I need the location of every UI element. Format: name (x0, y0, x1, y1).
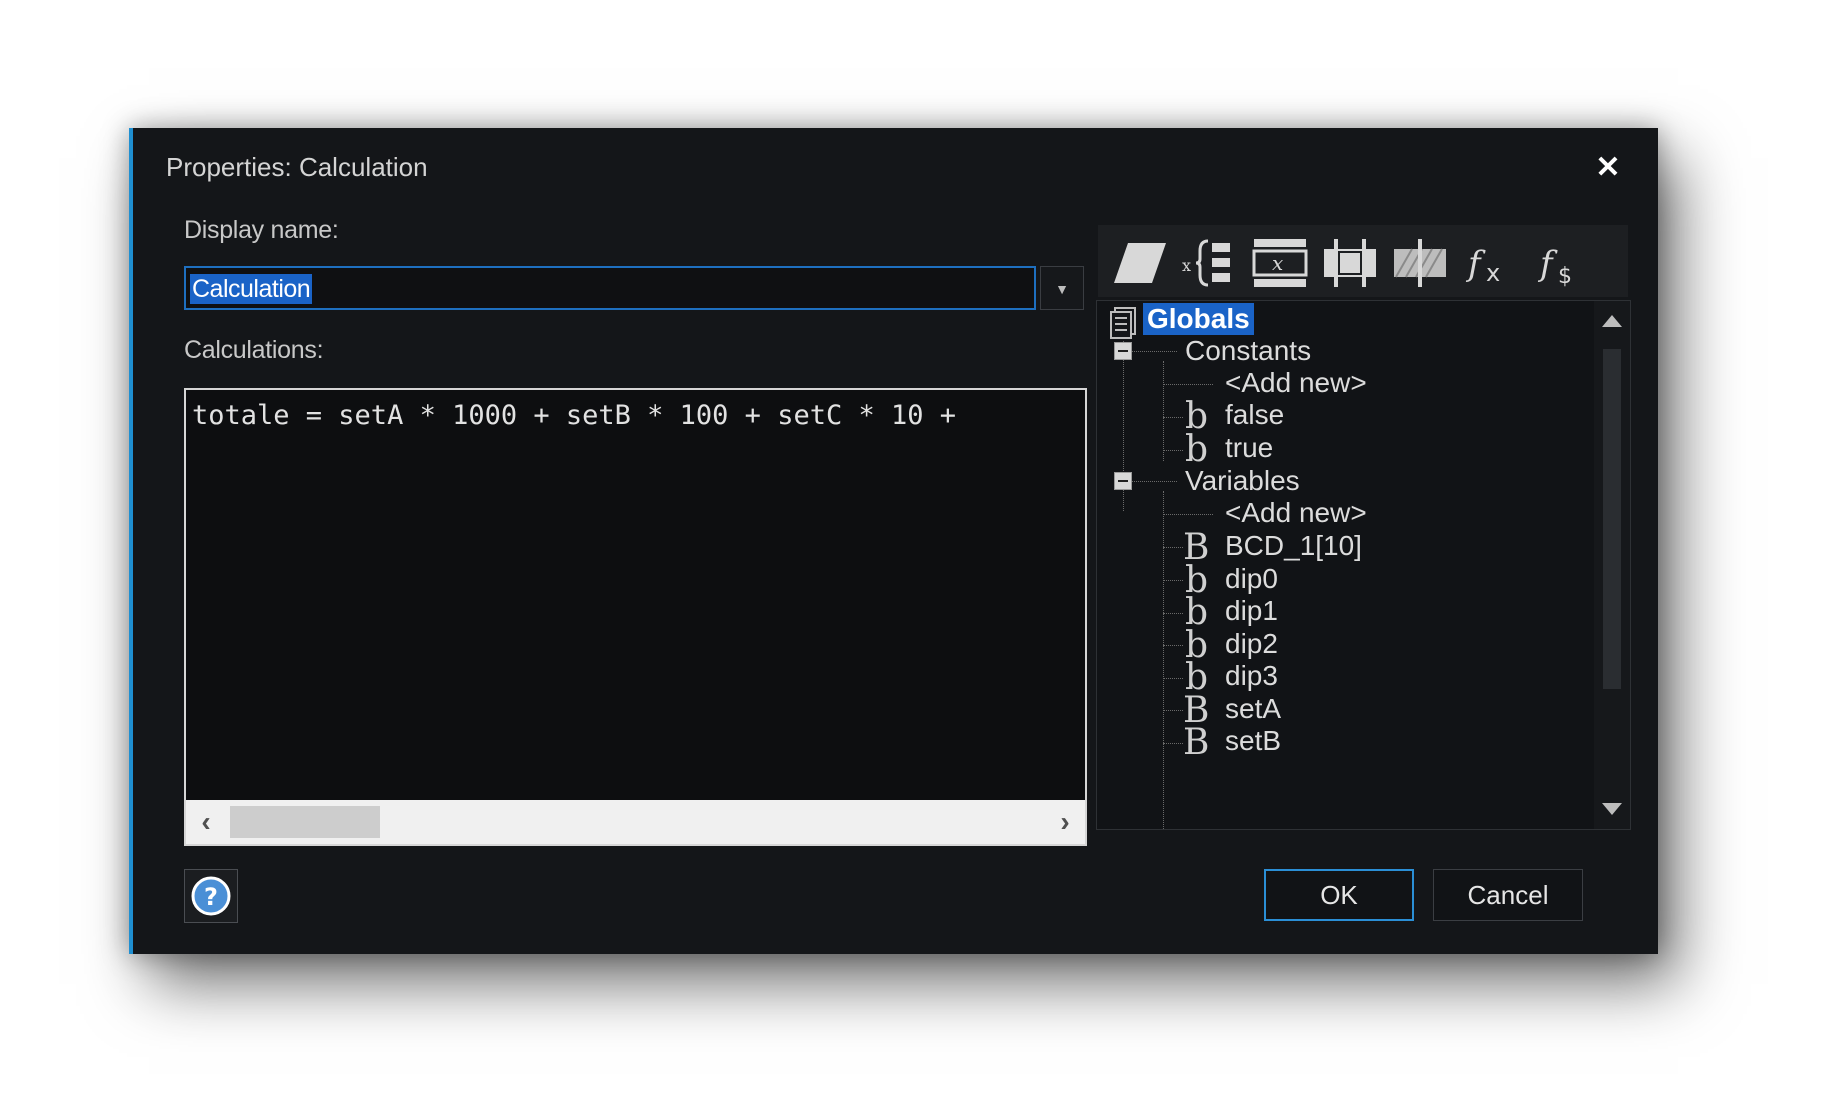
close-button[interactable]: ✕ (1588, 148, 1628, 188)
scroll-down-icon[interactable] (1600, 797, 1624, 821)
fs-icon[interactable]: f $ (1532, 237, 1588, 289)
chevron-down-icon: ▼ (1055, 281, 1069, 297)
display-name-field[interactable]: Calculation (184, 266, 1036, 310)
scroll-thumb[interactable] (230, 806, 380, 838)
constant-true[interactable]: true (1225, 432, 1273, 464)
tree-line (1132, 351, 1177, 352)
variable-seta[interactable]: setA (1225, 693, 1281, 725)
insert-toolbar: x x f x f $ (1098, 225, 1628, 297)
parallelogram-icon[interactable] (1112, 237, 1168, 289)
tree-line (1163, 450, 1183, 451)
byte-type-icon: B (1183, 722, 1210, 763)
svg-text:f: f (1537, 244, 1558, 284)
constants-add-new[interactable]: <Add new> (1225, 367, 1367, 399)
variable-dip1[interactable]: dip1 (1225, 595, 1278, 627)
dialog-title: Properties: Calculation (166, 152, 428, 182)
vertical-scrollbar[interactable] (1594, 301, 1630, 829)
horizontal-scrollbar[interactable]: ‹ › (186, 800, 1085, 844)
svg-text:$: $ (1558, 264, 1572, 289)
split-box-icon[interactable] (1322, 237, 1378, 289)
scroll-thumb[interactable] (1603, 349, 1621, 689)
variable-bcd-1[interactable]: BCD_1[10] (1225, 530, 1362, 562)
help-icon: ? (191, 876, 231, 916)
tree-line (1163, 417, 1183, 418)
properties-dialog: Properties: Calculation ✕ Display name: … (129, 128, 1658, 954)
x-box-icon[interactable]: x (1252, 237, 1308, 289)
svg-text:?: ? (204, 883, 218, 911)
globals-folder-icon (1107, 306, 1139, 345)
calculations-text: totale = setA * 1000 + setB * 100 + setC… (192, 400, 957, 431)
svg-text:x: x (1272, 251, 1283, 275)
fx-icon[interactable]: f x (1462, 237, 1518, 289)
variable-bracket-icon[interactable]: x (1182, 237, 1238, 289)
tree-root-globals[interactable]: Globals (1143, 303, 1254, 335)
tree-line (1163, 491, 1164, 829)
globals-tree[interactable]: Globals Constants <Add new> b false b tr… (1096, 300, 1631, 830)
ok-button[interactable]: OK (1264, 869, 1414, 921)
scroll-up-icon[interactable] (1600, 309, 1624, 333)
tree-node-constants[interactable]: Constants (1185, 335, 1311, 367)
tree-line (1163, 645, 1183, 646)
calculations-label: Calculations: (184, 336, 324, 364)
collapse-constants-icon[interactable] (1114, 342, 1132, 360)
variables-add-new[interactable]: <Add new> (1225, 497, 1367, 529)
scroll-right-icon[interactable]: › (1045, 800, 1085, 844)
variable-dip3[interactable]: dip3 (1225, 660, 1278, 692)
cancel-button[interactable]: Cancel (1433, 869, 1583, 921)
svg-text:f: f (1465, 244, 1486, 284)
tree-line (1163, 678, 1183, 679)
variable-setb[interactable]: setB (1225, 725, 1281, 757)
tree-line (1163, 613, 1183, 614)
collapse-variables-icon[interactable] (1114, 472, 1132, 490)
bool-type-icon: b (1185, 429, 1209, 470)
display-name-label: Display name: (184, 216, 339, 244)
hatched-box-icon[interactable] (1392, 237, 1448, 289)
tree-line (1163, 580, 1183, 581)
scroll-left-icon[interactable]: ‹ (186, 800, 226, 844)
constant-false[interactable]: false (1225, 399, 1284, 431)
tree-line (1132, 481, 1177, 482)
tree-line (1163, 361, 1164, 461)
tree-line (1163, 743, 1183, 744)
display-name-dropdown-button[interactable]: ▼ (1040, 266, 1084, 310)
help-button[interactable]: ? (184, 869, 238, 923)
tree-line (1163, 710, 1183, 711)
calculations-editor[interactable]: totale = setA * 1000 + setB * 100 + setC… (184, 388, 1087, 846)
svg-text:x: x (1182, 256, 1191, 275)
variable-dip0[interactable]: dip0 (1225, 563, 1278, 595)
variable-dip2[interactable]: dip2 (1225, 628, 1278, 660)
tree-line (1163, 547, 1183, 548)
tree-line (1163, 384, 1213, 385)
svg-text:x: x (1486, 259, 1500, 287)
display-name-value: Calculation (190, 274, 313, 304)
tree-node-variables[interactable]: Variables (1185, 465, 1300, 497)
tree-line (1163, 514, 1213, 515)
